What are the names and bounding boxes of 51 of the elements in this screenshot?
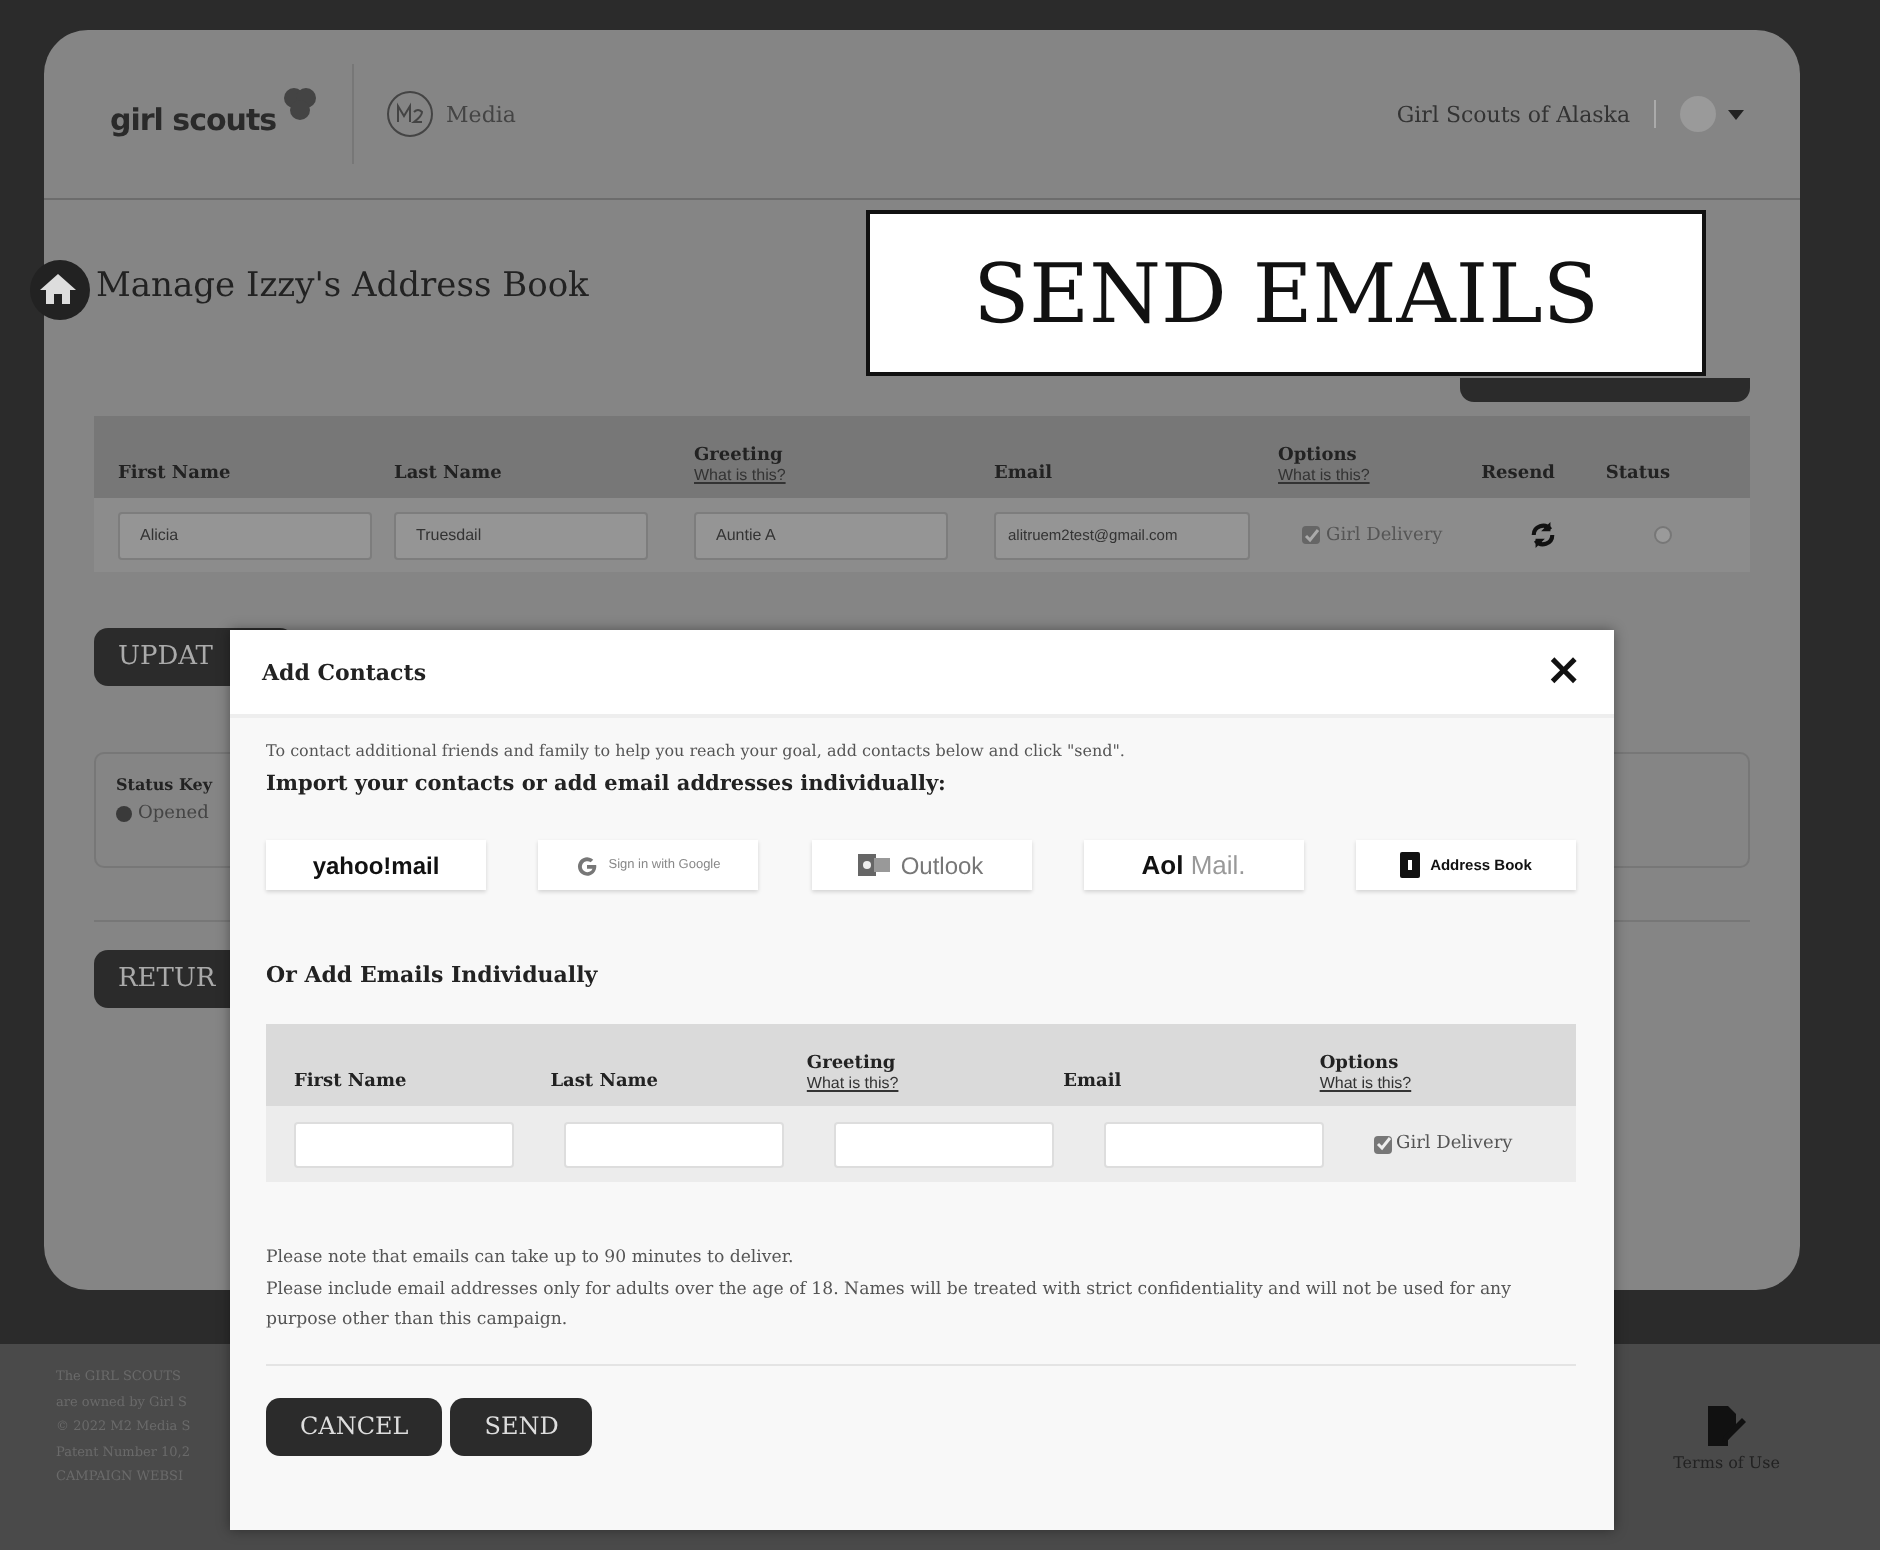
m2-logo-icon [386,90,435,138]
column-header: First Name [118,464,233,484]
greeting-field[interactable] [834,1121,1054,1167]
provider-button[interactable]: yahoo!mail [266,840,486,890]
cancel-button[interactable]: CANCEL [266,1397,443,1455]
greeting-field[interactable]: Auntie A [694,511,948,559]
brand-text: Media [446,101,516,127]
google-g-icon [576,854,599,876]
logo-text: girl scouts [110,102,277,138]
organization-name: Girl Scouts of Alaska [1396,101,1630,127]
status-key-title: Status Key [116,774,212,794]
checkbox[interactable] [1302,526,1320,544]
help-link[interactable]: What is this? [806,1074,1064,1092]
first-name-field[interactable]: Alicia [118,511,372,559]
email-field[interactable] [1104,1121,1324,1167]
column-header: Status [1605,464,1671,484]
status-label: Opened [138,804,209,824]
status-dot-icon [1653,526,1671,544]
import-heading: Import your contacts or add email addresses individually: [266,772,948,796]
column-header: Last Name [394,464,504,484]
column-header: Greeting [694,446,785,466]
document-pen-icon[interactable] [1704,1404,1749,1448]
provider-button[interactable]: Aol Mail. [1083,840,1304,890]
first-name-field[interactable] [294,1121,514,1167]
column-header: Last Name [550,1072,661,1092]
status-dot-icon [116,806,132,822]
home-icon[interactable] [30,260,90,320]
clover-icon [280,86,321,122]
last-name-field[interactable]: Truesdail [394,511,648,559]
note-text: Please include email addresses only for adults over the age of 18. Names will be treated with strict confidentiality and will not be used for any purpose other than this campaign. [266,1277,1513,1334]
last-name-field[interactable] [564,1121,784,1167]
provider-button[interactable]: Outlook [811,840,1031,890]
page-title: Manage Izzy's Address Book [96,264,589,310]
close-button[interactable]: × [1545,650,1582,694]
book-icon [1400,852,1421,878]
refresh-icon[interactable] [1529,522,1555,548]
intro-text: To contact additional friends and family to help you reach your goal, add contacts below and click "send". [266,742,1127,760]
column-header: Options [1278,446,1359,466]
caret-icon[interactable] [1728,109,1744,119]
column-header: First Name [294,1072,409,1092]
column-header: Resend [1481,464,1555,484]
caption-label: SEND EMAILS [866,210,1706,376]
help-link[interactable]: What is this? [1319,1074,1577,1092]
column-header: Email [1063,1072,1124,1092]
column-header: Options [1319,1054,1401,1074]
column-header: Email [994,464,1055,484]
column-header: Greeting [806,1054,898,1074]
send-button[interactable]: SEND [450,1397,593,1455]
outlook-icon [858,852,891,878]
option-label: Girl Delivery [1396,1134,1513,1154]
note-text: Please note that emails can take up to 90 minutes to deliver. [266,1246,796,1272]
